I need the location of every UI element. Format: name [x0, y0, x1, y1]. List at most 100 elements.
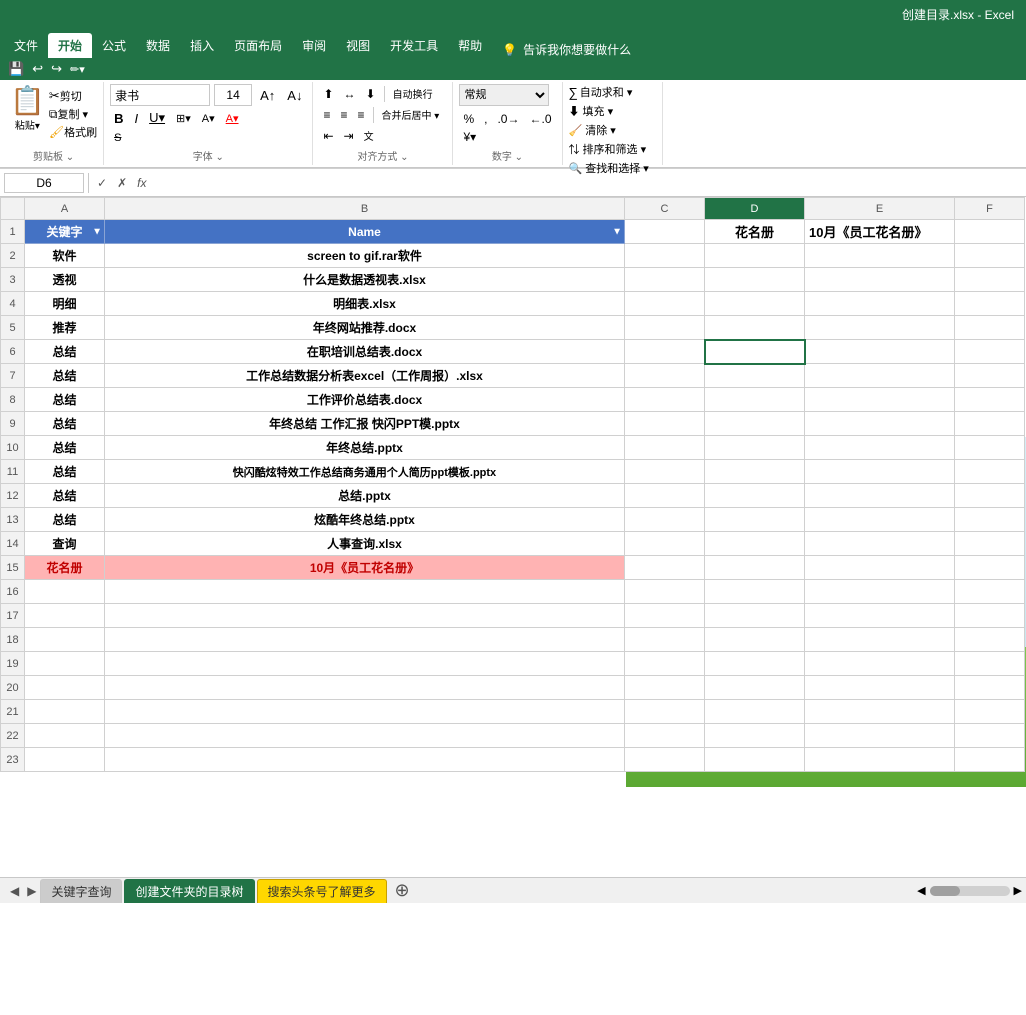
tab-formula[interactable]: 公式 [92, 33, 136, 58]
decimal-decrease-button[interactable]: ←.0 [525, 110, 555, 128]
cell-a15[interactable]: 花名册 [25, 556, 105, 580]
formula-input[interactable] [154, 176, 1022, 190]
sheet-tab-create-dir-tree[interactable]: 创建文件夹的目录树 [124, 879, 254, 903]
font-size-input[interactable] [214, 84, 252, 106]
font-size-increase-button[interactable]: A↑ [256, 86, 279, 105]
clear-button[interactable]: 🧹 清除 ▾ [569, 122, 656, 138]
cell-b2[interactable]: screen to gif.rar软件 [105, 244, 625, 268]
tab-help[interactable]: 帮助 [448, 33, 492, 58]
cell-f7[interactable] [955, 364, 1025, 388]
cut-button[interactable]: ✂ 剪切 [49, 88, 97, 104]
cell-f2[interactable] [955, 244, 1025, 268]
cell-a1[interactable]: 关键字 ▼ [25, 220, 105, 244]
find-select-button[interactable]: 🔍 查找和选择 ▾ [569, 160, 656, 176]
cell-f3[interactable] [955, 268, 1025, 292]
cell-b10[interactable]: 年终总结.pptx [105, 436, 625, 460]
cell-d12[interactable] [705, 484, 805, 508]
cell-b12[interactable]: 总结.pptx [105, 484, 625, 508]
cell-e3[interactable] [805, 268, 955, 292]
currency-button[interactable]: ¥▾ [459, 128, 480, 146]
cell-b11[interactable]: 快闪酷炫特效工作总结商务通用个人简历ppt模板.pptx [105, 460, 625, 484]
cell-c7[interactable] [625, 364, 705, 388]
sheet-tab-keyword-query[interactable]: 关键字查询 [40, 879, 122, 903]
cell-d7[interactable] [705, 364, 805, 388]
tab-developer[interactable]: 开发工具 [380, 33, 448, 58]
tell-me-input[interactable]: 告诉我你想要做什么 [523, 41, 631, 58]
border-button[interactable]: ⊞▾ [172, 110, 195, 127]
cell-a6[interactable]: 总结 [25, 340, 105, 364]
col-header-f[interactable]: F [955, 198, 1025, 220]
cell-d16[interactable] [705, 580, 805, 604]
cell-c6[interactable] [625, 340, 705, 364]
align-middle-button[interactable]: ↔ [340, 85, 360, 103]
cell-f11[interactable] [955, 460, 1025, 484]
cell-reference-input[interactable] [4, 173, 84, 193]
tab-view[interactable]: 视图 [336, 33, 380, 58]
fill-button[interactable]: ⬇ 填充 ▾ [569, 103, 656, 119]
cell-e14[interactable] [805, 532, 955, 556]
cell-a14[interactable]: 查询 [25, 532, 105, 556]
cell-e9[interactable] [805, 412, 955, 436]
format-painter-button[interactable]: 🖌 格式刷 [49, 124, 97, 140]
sheet-tab-search-toutiao[interactable]: 搜索头条号了解更多 [257, 879, 387, 903]
cell-c1[interactable] [625, 220, 705, 244]
cell-e16[interactable] [805, 580, 955, 604]
scroll-left-icon[interactable]: ◀ [917, 884, 925, 897]
cell-d8[interactable] [705, 388, 805, 412]
cell-c14[interactable] [625, 532, 705, 556]
cell-c5[interactable] [625, 316, 705, 340]
cell-b3[interactable]: 什么是数据透视表.xlsx [105, 268, 625, 292]
cell-e12[interactable] [805, 484, 955, 508]
scrollbar-thumb[interactable] [930, 886, 960, 896]
cell-a12[interactable]: 总结 [25, 484, 105, 508]
col-header-a[interactable]: A [25, 198, 105, 220]
cell-c9[interactable] [625, 412, 705, 436]
cell-d14[interactable] [705, 532, 805, 556]
cell-a9[interactable]: 总结 [25, 412, 105, 436]
cell-d11[interactable] [705, 460, 805, 484]
customize-icon[interactable]: ✏▾ [70, 63, 85, 76]
cell-c12[interactable] [625, 484, 705, 508]
cell-c2[interactable] [625, 244, 705, 268]
autosum-button[interactable]: ∑ 自动求和 ▾ [569, 84, 656, 100]
cell-e11[interactable] [805, 460, 955, 484]
cell-b9[interactable]: 年终总结 工作汇报 快闪PPT模.pptx [105, 412, 625, 436]
tab-data[interactable]: 数据 [136, 33, 180, 58]
cell-f9[interactable] [955, 412, 1025, 436]
cell-d10[interactable] [705, 436, 805, 460]
col-header-e[interactable]: E [805, 198, 955, 220]
cell-b15[interactable]: 10月《员工花名册》 [105, 556, 625, 580]
cell-a2[interactable]: 软件 [25, 244, 105, 268]
cell-f13[interactable] [955, 508, 1025, 532]
col-header-b[interactable]: B [105, 198, 625, 220]
underline-button[interactable]: U▾ [145, 108, 169, 128]
cell-a3[interactable]: 透视 [25, 268, 105, 292]
font-name-input[interactable] [110, 84, 210, 106]
italic-button[interactable]: I [131, 109, 143, 128]
cell-f5[interactable] [955, 316, 1025, 340]
cell-f10[interactable] [955, 436, 1025, 460]
cell-a10[interactable]: 总结 [25, 436, 105, 460]
cell-d2[interactable] [705, 244, 805, 268]
col-header-c[interactable]: C [625, 198, 705, 220]
cell-a7[interactable]: 总结 [25, 364, 105, 388]
cell-e4[interactable] [805, 292, 955, 316]
cell-e10[interactable] [805, 436, 955, 460]
cell-f8[interactable] [955, 388, 1025, 412]
paste-button[interactable]: 📋 粘贴▾ [10, 84, 45, 132]
tab-pagelayout[interactable]: 页面布局 [224, 33, 292, 58]
cell-e7[interactable] [805, 364, 955, 388]
cell-c11[interactable] [625, 460, 705, 484]
cell-b16[interactable] [105, 580, 625, 604]
align-left-button[interactable]: ≡ [319, 106, 334, 124]
cell-b6[interactable]: 在职培训总结表.docx [105, 340, 625, 364]
add-sheet-button[interactable]: ⊕ [389, 880, 416, 901]
cell-d9[interactable] [705, 412, 805, 436]
align-center-button[interactable]: ≡ [336, 106, 351, 124]
tab-file[interactable]: 文件 [4, 33, 48, 58]
cell-f14[interactable] [955, 532, 1025, 556]
cell-e1[interactable]: 10月《员工花名册》 [805, 220, 955, 244]
save-icon[interactable]: 💾 [8, 61, 24, 77]
cell-b14[interactable]: 人事查询.xlsx [105, 532, 625, 556]
cell-c16[interactable] [625, 580, 705, 604]
